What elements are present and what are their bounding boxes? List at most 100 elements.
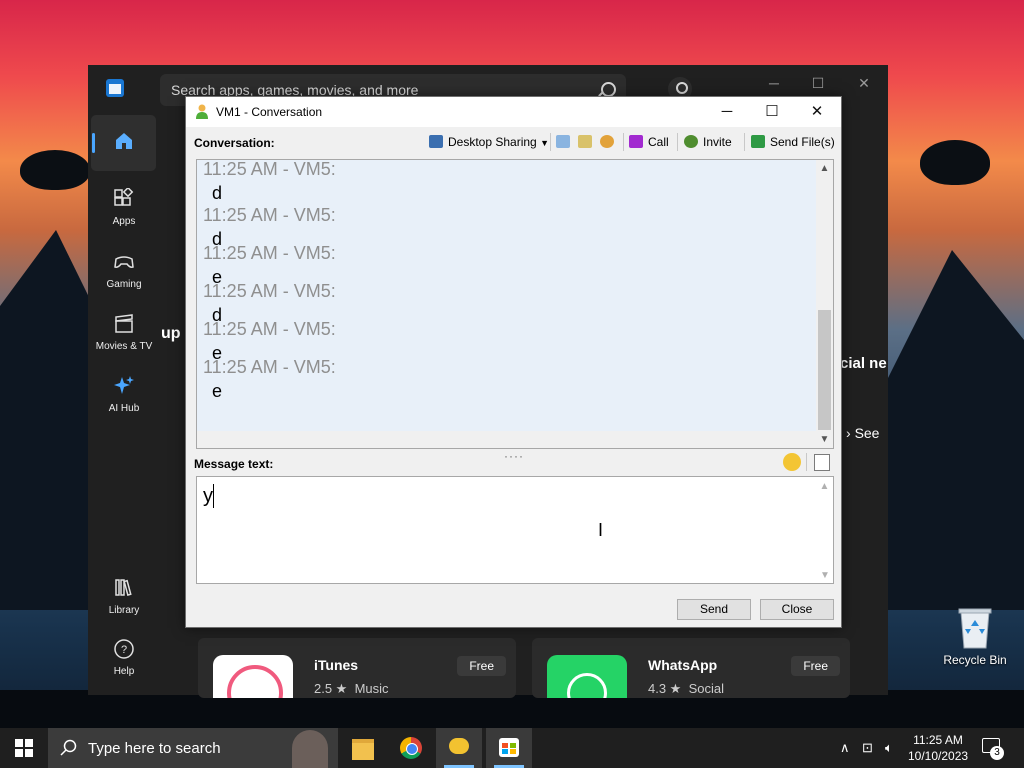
taskbar-chat-app[interactable] xyxy=(436,728,482,768)
nav-help-label: Help xyxy=(113,666,135,677)
store-partial-heading-right: cial ne xyxy=(840,355,887,372)
app-card-whatsapp[interactable]: WhatsApp 4.3 ★ Social Free xyxy=(532,638,850,698)
conversation-log[interactable]: 11:25 AM - VM5: d 11:25 AM - VM5: d 11:2… xyxy=(196,159,834,449)
notes-icon xyxy=(578,135,592,148)
start-button[interactable] xyxy=(0,728,48,768)
minimize-button[interactable]: ─ xyxy=(704,97,750,127)
store-close-button[interactable]: ✕ xyxy=(852,75,876,92)
toolbar-separator xyxy=(806,453,807,471)
store-icon xyxy=(499,738,519,757)
taskbar-file-explorer[interactable] xyxy=(340,728,386,768)
video-camera-icon xyxy=(629,135,643,148)
wallpaper-helicopter-right xyxy=(920,140,990,185)
nav-movies-tv[interactable]: Movies & TV xyxy=(93,313,155,352)
close-button[interactable]: Close xyxy=(760,599,834,620)
help-icon: ? xyxy=(114,639,134,659)
notification-count-badge: 3 xyxy=(990,746,1004,760)
notes-button[interactable] xyxy=(578,132,597,152)
scroll-up-arrow-icon[interactable]: ▲ xyxy=(816,160,833,177)
call-button[interactable]: Call xyxy=(629,132,669,152)
alert-icon xyxy=(600,135,614,148)
conversation-title-bar: VM1 - Conversation ─ ☐ ✕ xyxy=(186,97,841,127)
nav-library[interactable]: Library xyxy=(93,577,155,616)
app-card-price[interactable]: Free xyxy=(457,656,506,676)
network-icon[interactable]: ⊡ xyxy=(862,740,873,756)
search-icon[interactable] xyxy=(601,82,616,97)
chrome-icon xyxy=(400,737,422,759)
alert-button[interactable] xyxy=(600,132,619,152)
message-header: 11:25 AM - VM5: xyxy=(203,243,336,263)
store-logo-icon xyxy=(106,79,124,97)
toolbar-separator xyxy=(623,133,624,151)
splitter-grip[interactable]: ···· xyxy=(504,449,524,463)
log-vertical-scrollbar[interactable]: ▲ ▼ xyxy=(816,160,833,448)
nav-apps[interactable]: Apps xyxy=(93,188,155,227)
message-input-value: y xyxy=(203,485,213,507)
search-highlight-icon xyxy=(292,730,328,768)
input-scrollbar[interactable]: ▲ ▼ xyxy=(816,477,833,583)
nav-home[interactable] xyxy=(91,115,156,171)
volume-icon[interactable]: 🔈︎ xyxy=(885,740,893,756)
svg-text:?: ? xyxy=(121,644,127,656)
toolbar-separator xyxy=(744,133,745,151)
nav-ai-hub[interactable]: AI Hub xyxy=(93,375,155,414)
store-minimize-button[interactable]: ─ xyxy=(762,75,786,91)
history-button[interactable] xyxy=(556,132,575,152)
recycle-bin-label: Recycle Bin xyxy=(943,653,1007,667)
message-body: e xyxy=(212,381,223,401)
scroll-down-arrow-icon[interactable]: ▼ xyxy=(816,431,833,448)
format-icon[interactable] xyxy=(814,454,830,471)
clock-date: 10/10/2023 xyxy=(908,749,969,763)
store-maximize-button[interactable]: ☐ xyxy=(806,75,830,92)
desktop-sharing-label: Desktop Sharing xyxy=(448,135,537,149)
nav-library-label: Library xyxy=(108,605,140,616)
window-title: VM1 - Conversation xyxy=(216,105,323,119)
maximize-button[interactable]: ☐ xyxy=(749,97,795,127)
app-card-price[interactable]: Free xyxy=(791,656,840,676)
message-header: 11:25 AM - VM5: xyxy=(203,281,336,301)
app-card-itunes[interactable]: iTunes 2.5 ★ Music Free xyxy=(198,638,516,698)
clapperboard-icon xyxy=(115,314,133,333)
taskbar: Type here to search ∧ ⊡ 🔈︎ 11:25 AM 10/1… xyxy=(0,728,1024,768)
toolbar-separator xyxy=(677,133,678,151)
app-card-name: iTunes xyxy=(314,657,359,673)
message-input[interactable]: y I ▲ ▼ xyxy=(196,476,834,584)
close-window-button[interactable]: ✕ xyxy=(794,97,840,127)
conversation-window: VM1 - Conversation ─ ☐ ✕ Conversation: D… xyxy=(185,96,842,628)
message-list: 11:25 AM - VM5: d 11:25 AM - VM5: d 11:2… xyxy=(197,160,816,431)
taskbar-clock[interactable]: 11:25 AM 10/10/2023 xyxy=(908,732,968,764)
scroll-thumb[interactable] xyxy=(818,310,831,430)
desktop-sharing-icon xyxy=(429,135,443,148)
notification-center-button[interactable]: 3 xyxy=(982,738,1004,760)
send-button[interactable]: Send xyxy=(677,599,751,620)
message-header: 11:25 AM - VM5: xyxy=(203,205,336,225)
taskbar-search-box[interactable]: Type here to search xyxy=(48,728,338,768)
log-horizontal-scrollbar[interactable] xyxy=(197,431,816,448)
store-partial-heading-left: up xyxy=(161,325,181,342)
nav-help[interactable]: ? Help xyxy=(93,638,155,677)
users-icon xyxy=(684,135,698,148)
taskbar-store[interactable] xyxy=(486,728,532,768)
send-files-button[interactable]: Send File(s) xyxy=(751,132,835,152)
app-card-name: WhatsApp xyxy=(648,657,718,673)
gamepad-icon xyxy=(114,256,134,268)
windows-logo-icon xyxy=(15,739,33,757)
nav-gaming[interactable]: Gaming xyxy=(93,251,155,290)
conversation-label: Conversation: xyxy=(194,136,275,150)
chevron-right-icon: › xyxy=(846,425,851,441)
app-card-rating: 4.3 ★ xyxy=(648,681,682,696)
notebook-icon xyxy=(556,135,570,148)
folder-icon xyxy=(352,739,374,760)
show-hidden-icons-chevron-icon[interactable]: ∧ xyxy=(840,740,850,756)
app-card-meta: 4.3 ★ Social xyxy=(648,681,724,697)
desktop-sharing-button[interactable]: Desktop Sharing ▼ xyxy=(429,132,549,152)
nav-ai-hub-label: AI Hub xyxy=(108,403,140,414)
invite-label: Invite xyxy=(703,135,732,149)
emoticon-icon[interactable] xyxy=(783,453,801,471)
see-all-link[interactable]: › See xyxy=(846,425,879,441)
taskbar-chrome[interactable] xyxy=(388,728,434,768)
invite-button[interactable]: Invite xyxy=(684,132,732,152)
message-item: 11:25 AM - VM5: e xyxy=(197,356,816,402)
recycle-bin-desktop-icon[interactable]: Recycle Bin xyxy=(942,604,1008,667)
taskbar-search-placeholder: Type here to search xyxy=(88,740,221,757)
